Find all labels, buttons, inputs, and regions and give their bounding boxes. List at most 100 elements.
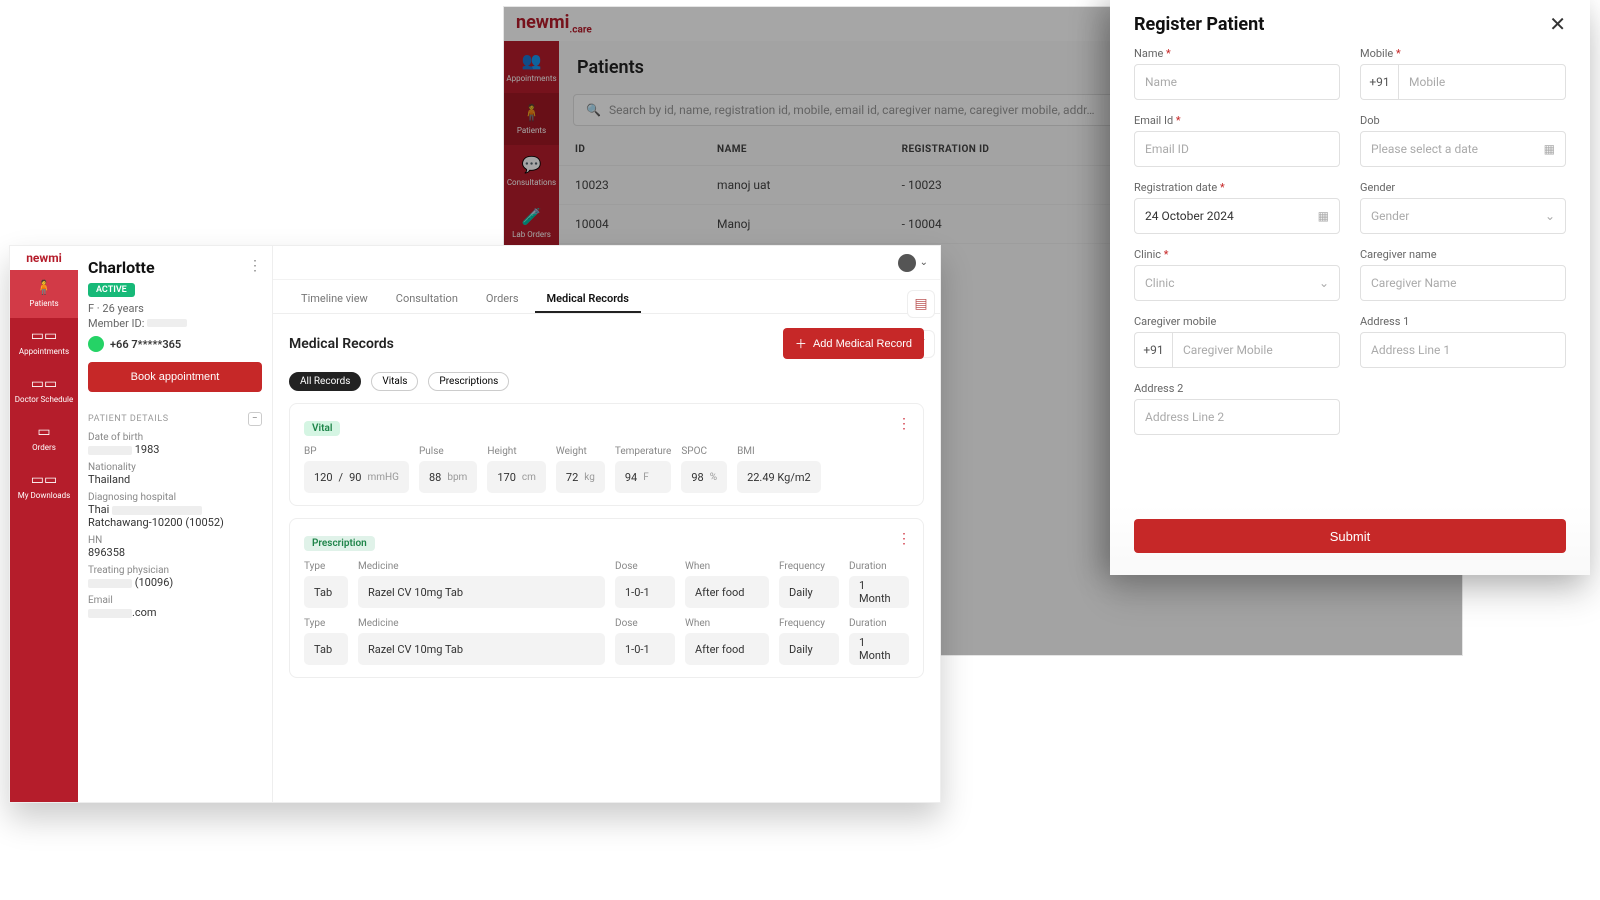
rx-dur: 1 Month	[849, 576, 909, 608]
submit-button[interactable]: Submit	[1134, 519, 1566, 553]
hospital-value: Thai	[88, 503, 262, 516]
caregiver-mobile-label: Caregiver mobile	[1134, 315, 1340, 328]
detail-topbar: ⌄	[273, 246, 940, 280]
status-badge: ACTIVE	[88, 283, 135, 297]
book-appointment-button[interactable]: Book appointment	[88, 362, 262, 392]
mobile-label: Mobile	[1360, 47, 1566, 60]
rx-type: Tab	[304, 576, 348, 608]
record-filters: All Records Vitals Prescriptions	[289, 369, 924, 391]
sidenav-appointments[interactable]: ▭▭Appointments	[10, 318, 78, 366]
sidenav-patients[interactable]: 🧍Patients	[10, 270, 78, 318]
more-icon[interactable]: ⋮	[248, 258, 262, 274]
address2-label: Address 2	[1134, 382, 1340, 395]
sidenav-doctor-schedule[interactable]: ▭▭Doctor Schedule	[10, 366, 78, 414]
regdate-input[interactable]: 24 October 2024▦	[1134, 198, 1340, 234]
physician-label: Treating physician	[88, 565, 262, 576]
rx-dur: 1 Month	[849, 633, 909, 665]
brand-logo: newmi	[10, 246, 78, 270]
bp-value: 120/90mmHG	[304, 461, 409, 493]
name-input[interactable]: Name	[1134, 64, 1340, 100]
rx-when: After food	[685, 576, 769, 608]
caregiver-name-input[interactable]: Caregiver Name	[1360, 265, 1566, 301]
caregiver-name-label: Caregiver name	[1360, 248, 1566, 261]
rx-type: Tab	[304, 633, 348, 665]
height-value: 170cm	[487, 461, 546, 493]
rx-freq: Daily	[779, 633, 839, 665]
sidenav-orders[interactable]: ▭Orders	[10, 414, 78, 462]
patient-detail-window: newmi 🧍Patients ▭▭Appointments ▭▭Doctor …	[9, 245, 941, 803]
temp-value: 94F	[615, 461, 672, 493]
mobile-input[interactable]: Mobile	[1398, 64, 1566, 100]
prescription-tag: Prescription	[304, 536, 375, 551]
vital-tag: Vital	[304, 421, 340, 436]
more-icon[interactable]: ⋮	[897, 531, 911, 547]
close-icon[interactable]: ✕	[1549, 14, 1566, 34]
patient-demo: F · 26 years	[88, 302, 262, 315]
filter-vitals[interactable]: Vitals	[371, 372, 418, 391]
caregiver-mobile-input[interactable]: Caregiver Mobile	[1172, 332, 1340, 368]
email-label: Email Id	[1134, 114, 1340, 127]
patient-phone[interactable]: +66 7*****365	[88, 336, 262, 352]
tab-consultation[interactable]: Consultation	[384, 286, 470, 311]
sidenav-downloads[interactable]: ▭▭My Downloads	[10, 462, 78, 510]
regdate-label: Registration date	[1134, 181, 1340, 194]
rx-medicine: Razel CV 10mg Tab	[358, 633, 605, 665]
chevron-down-icon: ⌄	[1319, 276, 1329, 290]
rx-medicine: Razel CV 10mg Tab	[358, 576, 605, 608]
collapse-icon[interactable]: −	[248, 412, 262, 426]
add-medical-record-button[interactable]: Add Medical Record	[783, 328, 924, 359]
dob-label: Date of birth	[88, 432, 262, 443]
spoc-value: 98%	[681, 461, 727, 493]
patient-name: Charlotte	[88, 258, 262, 277]
bmi-value: 22.49 Kg/m2	[737, 461, 821, 493]
gender-select[interactable]: Gender⌄	[1360, 198, 1566, 234]
register-patient-panel: Register Patient ✕ Name Name Mobile +91 …	[1110, 0, 1590, 575]
tab-timeline[interactable]: Timeline view	[289, 286, 380, 311]
avatar-icon[interactable]	[898, 254, 916, 272]
hospital-value-2: Ratchawang-10200 (10052)	[88, 516, 262, 529]
filter-all[interactable]: All Records	[289, 372, 361, 391]
clinic-select[interactable]: Clinic⌄	[1134, 265, 1340, 301]
rx-when: After food	[685, 633, 769, 665]
member-id-label: Member ID:	[88, 317, 262, 330]
panel-title: Register Patient	[1134, 14, 1264, 35]
chevron-down-icon: ⌄	[1545, 209, 1555, 223]
weight-value: 72kg	[556, 461, 605, 493]
page-title: Medical Records	[289, 336, 394, 352]
filter-prescriptions[interactable]: Prescriptions	[428, 372, 509, 391]
clinic-label: Clinic	[1134, 248, 1340, 261]
dob-value: 1983	[88, 443, 262, 456]
tab-medical-records[interactable]: Medical Records	[535, 286, 641, 313]
rx-dose: 1-0-1	[615, 576, 675, 608]
nationality-label: Nationality	[88, 462, 262, 473]
name-label: Name	[1134, 47, 1340, 60]
section-header: PATIENT DETAILS	[88, 414, 169, 424]
email-value: .com	[88, 606, 262, 619]
hn-label: HN	[88, 535, 262, 546]
gender-label: Gender	[1360, 181, 1566, 194]
dob-input[interactable]: Please select a date▦	[1360, 131, 1566, 167]
caregiver-mobile-prefix[interactable]: +91	[1134, 332, 1172, 368]
address2-input[interactable]: Address Line 2	[1134, 399, 1340, 435]
prescription-card: Prescription ⋮ TypeTab MedicineRazel CV …	[289, 518, 924, 678]
physician-value: (10096)	[88, 576, 262, 589]
calendar-icon: ▦	[1544, 142, 1555, 156]
rx-dose: 1-0-1	[615, 633, 675, 665]
dob-label: Dob	[1360, 114, 1566, 127]
patient-summary-panel: ⋮ Charlotte ACTIVE F · 26 years Member I…	[78, 246, 273, 802]
nationality-value: Thailand	[88, 473, 262, 486]
hospital-label: Diagnosing hospital	[88, 492, 262, 503]
more-icon[interactable]: ⋮	[897, 416, 911, 432]
tab-orders[interactable]: Orders	[474, 286, 531, 311]
email-label: Email	[88, 595, 262, 606]
hn-value: 896358	[88, 546, 262, 559]
chevron-down-icon[interactable]: ⌄	[920, 257, 928, 268]
address1-input[interactable]: Address Line 1	[1360, 332, 1566, 368]
vital-card: Vital ⋮ BP 120/90mmHG Pulse 88bpm Height…	[289, 403, 924, 506]
mobile-prefix[interactable]: +91	[1360, 64, 1398, 100]
address1-label: Address 1	[1360, 315, 1566, 328]
pulse-value: 88bpm	[419, 461, 477, 493]
whatsapp-icon	[88, 336, 104, 352]
email-input[interactable]: Email ID	[1134, 131, 1340, 167]
detail-tabs: Timeline view Consultation Orders Medica…	[273, 280, 940, 314]
